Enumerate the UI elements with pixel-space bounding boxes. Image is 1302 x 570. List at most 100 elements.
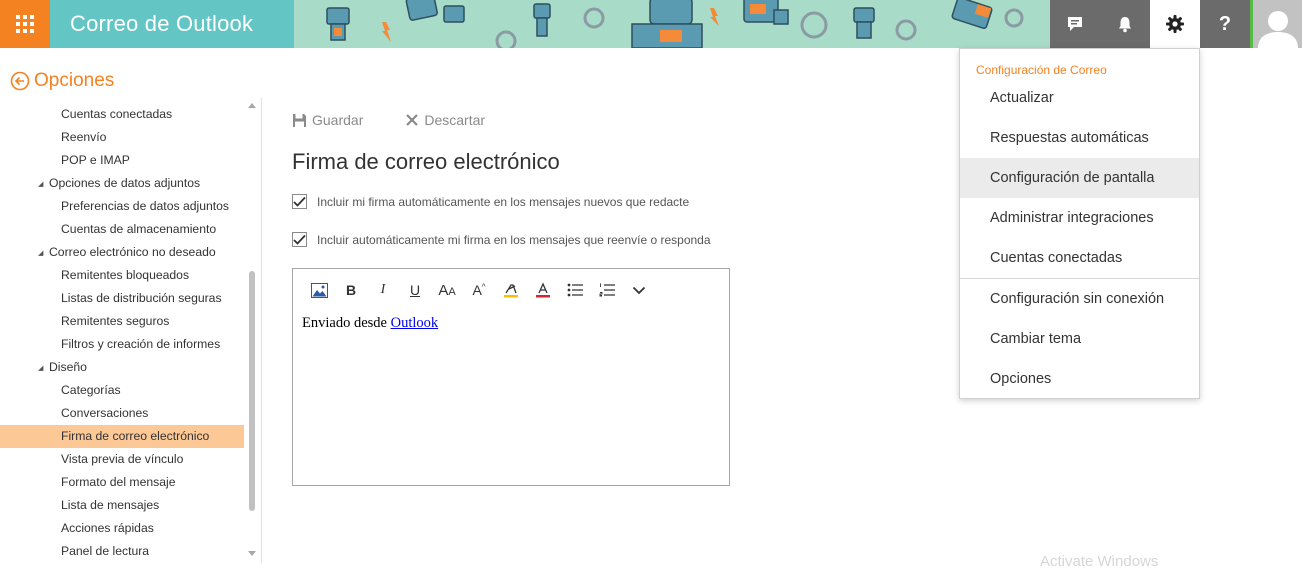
user-avatar-button[interactable] xyxy=(1250,0,1302,48)
scroll-down-arrow[interactable] xyxy=(248,551,256,556)
insert-image-button[interactable] xyxy=(303,279,335,301)
nav-item-label: Cuentas de almacenamiento xyxy=(61,222,217,236)
nav-item[interactable]: Acciones rápidas xyxy=(0,517,244,540)
discard-label: Descartar xyxy=(424,112,486,128)
menu-item[interactable]: Respuestas automáticas xyxy=(960,118,1199,158)
nav-item[interactable]: Panel de lectura xyxy=(0,540,244,563)
nav-item-label: Vista previa de vínculo xyxy=(61,452,184,466)
signature-text[interactable]: Enviado desde Outlook xyxy=(302,315,438,332)
nav-item-label: Reenvío xyxy=(61,130,107,144)
auto-signature-reply-label: Incluir automáticamente mi firma en los … xyxy=(317,232,711,247)
menu-item[interactable]: Administrar integraciones xyxy=(960,198,1199,238)
app-launcher-button[interactable] xyxy=(0,0,50,48)
nav-item-label: Correo electrónico no deseado xyxy=(49,245,216,259)
nav-item-label: Conversaciones xyxy=(61,406,149,420)
options-title: Opciones xyxy=(34,70,115,91)
close-icon xyxy=(406,114,419,126)
help-icon: ? xyxy=(1218,12,1232,35)
menu-item[interactable]: Actualizar xyxy=(960,78,1199,118)
font-color-button[interactable] xyxy=(527,279,559,301)
nav-item[interactable]: Lista de mensajes xyxy=(0,494,244,517)
nav-item[interactable]: ◢ Opciones de datos adjuntos xyxy=(0,172,244,195)
nav-item[interactable]: Remitentes seguros xyxy=(0,310,244,333)
nav-item[interactable]: Preferencias de datos adjuntos xyxy=(0,195,244,218)
nav-scrollbar[interactable] xyxy=(244,103,261,563)
menu-item[interactable]: Cuentas conectadas xyxy=(960,238,1199,278)
collapse-triangle-icon[interactable]: ◢ xyxy=(38,357,49,380)
nav-item-label: Opciones de datos adjuntos xyxy=(49,176,201,190)
help-button[interactable]: ? xyxy=(1200,0,1250,48)
menu-item[interactable]: Opciones xyxy=(960,359,1199,399)
nav-item-label: POP e IMAP xyxy=(61,153,130,167)
nav-divider xyxy=(261,98,262,563)
app-title: Correo de Outlook xyxy=(70,11,254,36)
nav-item[interactable]: Listas de distribución seguras xyxy=(0,287,244,310)
italic-button[interactable]: I xyxy=(367,279,399,301)
numbering-icon xyxy=(599,283,615,297)
outlook-link[interactable]: Outlook xyxy=(391,315,439,331)
bold-button[interactable]: B xyxy=(335,279,367,301)
nav-item[interactable]: Filtros y creación de informes xyxy=(0,333,244,356)
bullets-button[interactable] xyxy=(559,279,591,301)
checkmark-icon xyxy=(293,234,306,245)
nav-item[interactable]: Vista previa de vínculo xyxy=(0,448,244,471)
nav-item[interactable]: ◢ Diseño xyxy=(0,356,244,379)
options-header[interactable]: Opciones xyxy=(10,70,114,92)
more-button[interactable] xyxy=(623,279,655,301)
signature-editor[interactable]: B I U AA A^ Enviado desde Outlook xyxy=(292,268,730,486)
gear-icon xyxy=(1166,15,1184,33)
nav-item[interactable]: POP e IMAP xyxy=(0,149,244,172)
nav-item[interactable]: Reenvío xyxy=(0,126,244,149)
editor-toolbar: B I U AA A^ xyxy=(303,279,655,301)
nav-item-label: Panel de lectura xyxy=(61,544,150,558)
auto-signature-reply-checkbox[interactable] xyxy=(292,232,307,247)
grow-font-button[interactable]: A^ xyxy=(463,279,495,301)
theme-banner xyxy=(294,0,1050,48)
settings-button[interactable] xyxy=(1150,0,1200,48)
font-size-icon: AA xyxy=(438,281,456,299)
app-launcher-icon xyxy=(16,15,34,33)
bell-icon xyxy=(1119,17,1131,33)
menu-item[interactable]: Cambiar tema xyxy=(960,319,1199,359)
menu-item[interactable]: Configuración de pantalla xyxy=(960,158,1199,198)
discard-button[interactable]: Descartar xyxy=(405,112,485,128)
chat-icon xyxy=(1068,17,1082,31)
font-color-icon xyxy=(536,282,550,298)
auto-signature-new-checkbox[interactable] xyxy=(292,194,307,209)
notifications-button[interactable] xyxy=(1100,0,1150,48)
nav-item[interactable]: Cuentas conectadas xyxy=(0,103,244,126)
nav-item-label: Firma de correo electrónico xyxy=(61,429,210,443)
nav-item-label: Remitentes bloqueados xyxy=(61,268,190,282)
nav-item[interactable]: Formato del mensaje xyxy=(0,471,244,494)
underline-button[interactable]: U xyxy=(399,279,431,301)
back-arrow-icon[interactable] xyxy=(10,71,30,91)
brand-area[interactable]: Correo de Outlook xyxy=(50,0,294,48)
auto-signature-new-row[interactable]: Incluir mi firma automáticamente en los … xyxy=(292,194,689,209)
nav-item[interactable]: Firma de correo electrónico xyxy=(0,425,244,448)
bullets-icon xyxy=(567,283,583,297)
nav-item-label: Diseño xyxy=(49,360,87,374)
nav-item[interactable]: Cuentas de almacenamiento xyxy=(0,218,244,241)
scroll-thumb[interactable] xyxy=(249,271,255,511)
nav-item-label: Formato del mensaje xyxy=(61,475,176,489)
collapse-triangle-icon[interactable]: ◢ xyxy=(38,242,49,265)
highlight-button[interactable] xyxy=(495,279,527,301)
collapse-triangle-icon[interactable]: ◢ xyxy=(38,173,49,196)
underline-icon: U xyxy=(409,282,421,298)
action-toolbar: Guardar Descartar xyxy=(292,112,527,128)
font-size-button[interactable]: AA xyxy=(431,279,463,301)
checkmark-icon xyxy=(293,196,306,207)
activation-watermark: Activate Windows xyxy=(1040,553,1159,570)
chat-button[interactable] xyxy=(1050,0,1100,48)
nav-item[interactable]: ◢ Correo electrónico no deseado xyxy=(0,241,244,264)
scroll-up-arrow[interactable] xyxy=(248,103,256,108)
nav-item-label: Categorías xyxy=(61,383,121,397)
nav-item[interactable]: Conversaciones xyxy=(0,402,244,425)
save-button[interactable]: Guardar xyxy=(292,112,363,128)
auto-signature-reply-row[interactable]: Incluir automáticamente mi firma en los … xyxy=(292,232,711,247)
menu-item[interactable]: Configuración sin conexión xyxy=(960,279,1199,319)
nav-item[interactable]: Categorías xyxy=(0,379,244,402)
save-icon xyxy=(293,113,306,127)
numbering-button[interactable] xyxy=(591,279,623,301)
nav-item[interactable]: Remitentes bloqueados xyxy=(0,264,244,287)
